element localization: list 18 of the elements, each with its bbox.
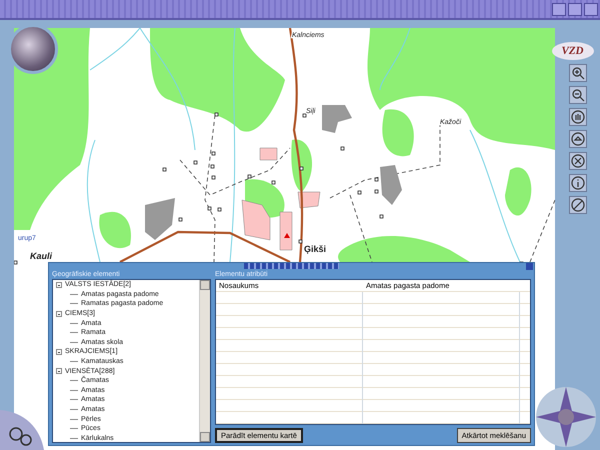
compass-icon[interactable]	[534, 385, 598, 449]
toggle-icon[interactable]	[56, 310, 62, 317]
zoom-in-button[interactable]	[568, 64, 586, 82]
logo: VZD	[552, 42, 594, 60]
minimize-button[interactable]	[552, 2, 566, 16]
toggle-icon[interactable]	[56, 368, 62, 374]
drag-handle[interactable]	[244, 263, 339, 269]
gear-icon[interactable]	[0, 410, 44, 450]
triangle-marker	[284, 233, 290, 238]
place-label: Ģikši	[304, 244, 326, 254]
place-label: Kauli	[30, 251, 52, 261]
info-tool-button[interactable]	[568, 174, 586, 192]
zoom-out-button[interactable]	[568, 86, 586, 104]
close-button[interactable]	[584, 2, 598, 16]
clear-tool-button[interactable]	[568, 196, 586, 214]
toggle-icon[interactable]	[56, 348, 62, 355]
toggle-icon[interactable]	[56, 282, 62, 288]
maximize-button[interactable]	[568, 2, 582, 16]
